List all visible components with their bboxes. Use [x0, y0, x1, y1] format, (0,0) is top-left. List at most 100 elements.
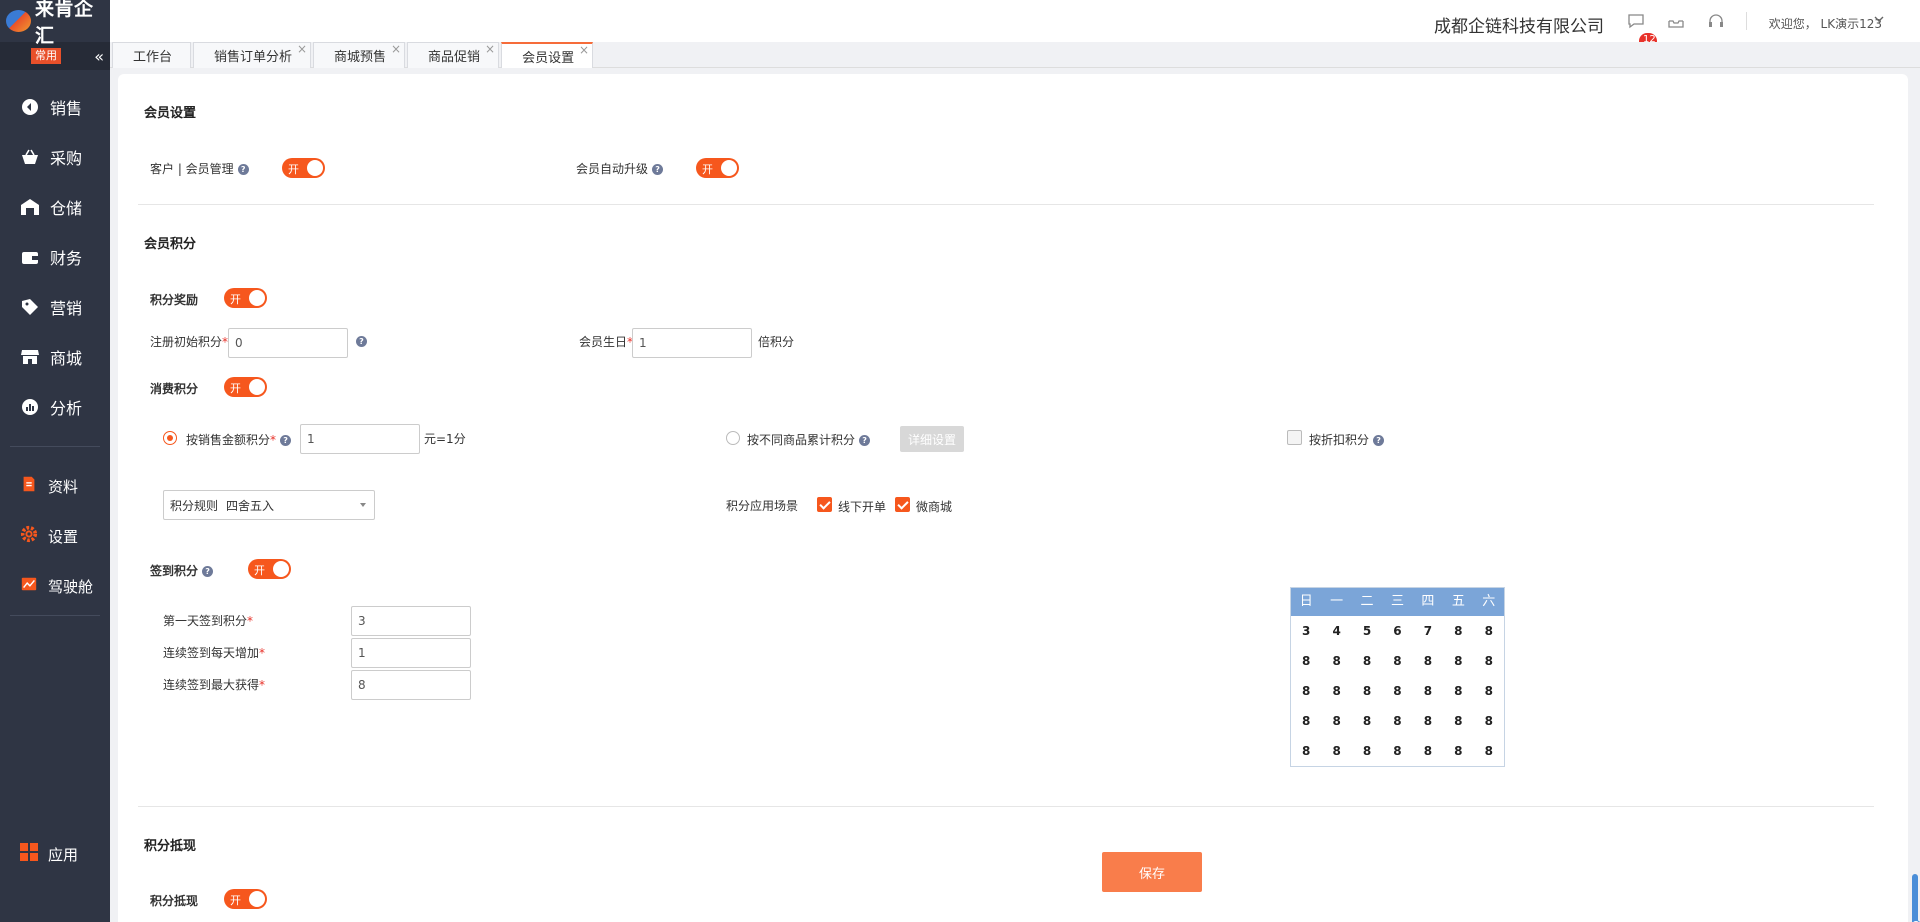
tab-member-settings[interactable]: 会员设置 × — [501, 42, 594, 68]
by-product-label: 按不同商品累计积分? — [747, 431, 871, 448]
chevron-down-icon[interactable] — [1874, 14, 1884, 27]
weekday-header: 日 — [1299, 594, 1313, 609]
checkin-calendar: 日 一 二 三 四 五 六 3 4 5 6 7 8 8 8 8 8 8 8 8 … — [1290, 587, 1505, 767]
register-points-input[interactable]: 0 — [228, 328, 348, 358]
help-icon[interactable]: ? — [1373, 435, 1385, 446]
calendar-cell: 8 — [1302, 744, 1311, 758]
sidebar-divider — [10, 446, 100, 447]
sidebar-item-marketing[interactable]: 营销 — [0, 282, 110, 332]
by-product-radio[interactable] — [726, 431, 740, 445]
favorites-badge[interactable]: 常用 — [31, 48, 61, 64]
close-icon[interactable]: × — [579, 44, 589, 56]
help-icon[interactable]: ? — [652, 164, 664, 175]
message-icon[interactable]: 121 — [1627, 12, 1662, 51]
birthday-label-text: 会员生日 — [579, 335, 628, 349]
logo-text: 来肯企汇 — [35, 0, 94, 47]
analysis-icon — [20, 397, 40, 417]
inbox-icon[interactable] — [1667, 12, 1685, 30]
sidebar-divider — [10, 615, 100, 616]
sidebar-item-finance[interactable]: 财务 — [0, 232, 110, 282]
birthday-multiplier-input[interactable]: 1 — [632, 328, 752, 358]
help-icon[interactable]: ? — [356, 336, 367, 347]
scrollbar-thumb[interactable] — [1911, 874, 1920, 922]
customer-member-toggle[interactable]: 开 — [282, 158, 325, 178]
points-rule-label: 积分规则 — [170, 498, 219, 513]
help-icon[interactable]: ? — [280, 435, 292, 446]
close-icon[interactable]: × — [485, 43, 495, 55]
consume-points-toggle[interactable]: 开 — [224, 377, 267, 397]
sidebar-item-label: 应用 — [48, 845, 79, 864]
daily-increase-label: 连续签到每天增加* — [163, 644, 265, 661]
close-icon[interactable]: × — [391, 43, 401, 55]
by-discount-label: 按折扣积分? — [1309, 431, 1385, 448]
sidebar-item-cockpit[interactable]: 驾驶舱 — [0, 561, 110, 611]
daily-increase-input[interactable]: 1 — [351, 638, 471, 668]
max-points-input[interactable]: 8 — [351, 670, 471, 700]
weekday-header: 二 — [1360, 594, 1374, 609]
help-icon[interactable]: ? — [859, 435, 871, 446]
document-icon — [20, 475, 38, 497]
sidebar-item-analysis[interactable]: 分析 — [0, 382, 110, 432]
weekday-header: 六 — [1482, 594, 1496, 609]
secondary-nav: 资料 设置 驾驶舱 — [0, 461, 110, 611]
first-day-input[interactable]: 3 — [351, 606, 471, 636]
checkin-points-label: 签到积分? — [150, 562, 214, 579]
tab-product-promotion[interactable]: 商品促销 × — [407, 42, 500, 68]
main-content: 会员设置 客户 | 会员管理? 开 会员自动升级? 开 会员积分 积分奖励 开 … — [118, 74, 1908, 922]
tab-sales-order-analysis[interactable]: 销售订单分析 × — [193, 42, 312, 68]
first-day-label-text: 第一天签到积分 — [163, 614, 248, 628]
toggle-knob — [307, 160, 323, 176]
scene-offline-checkbox[interactable] — [817, 497, 832, 512]
detail-settings-button[interactable]: 详细设置 — [900, 426, 964, 452]
headset-icon[interactable] — [1707, 12, 1725, 30]
calendar-cell: 8 — [1484, 714, 1493, 728]
gear-icon — [20, 525, 38, 547]
tab-workbench[interactable]: 工作台 — [112, 42, 192, 68]
customer-member-label-text: 客户 | 会员管理 — [150, 162, 234, 176]
first-day-label: 第一天签到积分* — [163, 612, 253, 629]
by-discount-checkbox[interactable] — [1287, 430, 1302, 445]
calendar-cell: 7 — [1423, 624, 1433, 638]
calendar-cell: 8 — [1302, 714, 1311, 728]
calendar-cell: 8 — [1362, 744, 1372, 758]
tab-label: 会员设置 — [522, 50, 575, 66]
checkin-points-label-text: 签到积分 — [150, 564, 199, 578]
by-amount-input[interactable]: 1 — [300, 424, 420, 454]
member-settings-title: 会员设置 — [144, 106, 197, 121]
sidebar-item-warehouse[interactable]: 仓储 — [0, 182, 110, 232]
sidebar-item-data[interactable]: 资料 — [0, 461, 110, 511]
by-product-label-text: 按不同商品累计积分 — [747, 433, 856, 447]
checkin-points-toggle[interactable]: 开 — [248, 559, 291, 579]
auto-upgrade-toggle[interactable]: 开 — [696, 158, 739, 178]
user-welcome[interactable]: 欢迎您， LK演示123 — [1769, 15, 1882, 32]
sidebar-item-store[interactable]: 商城 — [0, 332, 110, 382]
sidebar-item-purchase[interactable]: 采购 — [0, 132, 110, 182]
points-redeem-toggle[interactable]: 开 — [224, 889, 267, 909]
sidebar-item-sales[interactable]: 销售 — [0, 82, 110, 132]
calendar-row: 8 8 8 8 8 8 8 — [1291, 706, 1504, 736]
header-separator — [1746, 12, 1747, 30]
scene-wechat-checkbox[interactable] — [895, 497, 910, 512]
collapse-sidebar-icon[interactable]: « — [94, 47, 104, 66]
calendar-cell: 3 — [1302, 624, 1311, 638]
by-amount-radio[interactable] — [163, 431, 177, 445]
calendar-cell: 8 — [1332, 654, 1341, 668]
sidebar-item-label: 资料 — [48, 477, 79, 496]
tab-mall-presale[interactable]: 商城预售 × — [313, 42, 406, 68]
sidebar-item-label: 分析 — [50, 399, 83, 418]
sidebar-item-settings[interactable]: 设置 — [0, 511, 110, 561]
sidebar-item-label: 设置 — [48, 527, 79, 546]
help-icon[interactable]: ? — [237, 164, 249, 175]
points-rule-select[interactable]: 积分规则 四舍五入 — [163, 490, 375, 520]
points-reward-toggle[interactable]: 开 — [224, 288, 267, 308]
register-points-label-text: 注册初始积分 — [150, 335, 223, 349]
scrollbar[interactable] — [1910, 74, 1920, 922]
consume-points-label: 消费积分 — [150, 382, 199, 396]
save-button[interactable]: 保存 — [1102, 852, 1202, 892]
section-divider — [138, 204, 1874, 205]
sidebar-item-apps[interactable]: 应用 — [0, 834, 110, 874]
close-icon[interactable]: × — [297, 43, 307, 55]
toggle-text: 开 — [230, 894, 241, 907]
header-icons: 121 — [1627, 12, 1725, 51]
help-icon[interactable]: ? — [202, 566, 214, 577]
